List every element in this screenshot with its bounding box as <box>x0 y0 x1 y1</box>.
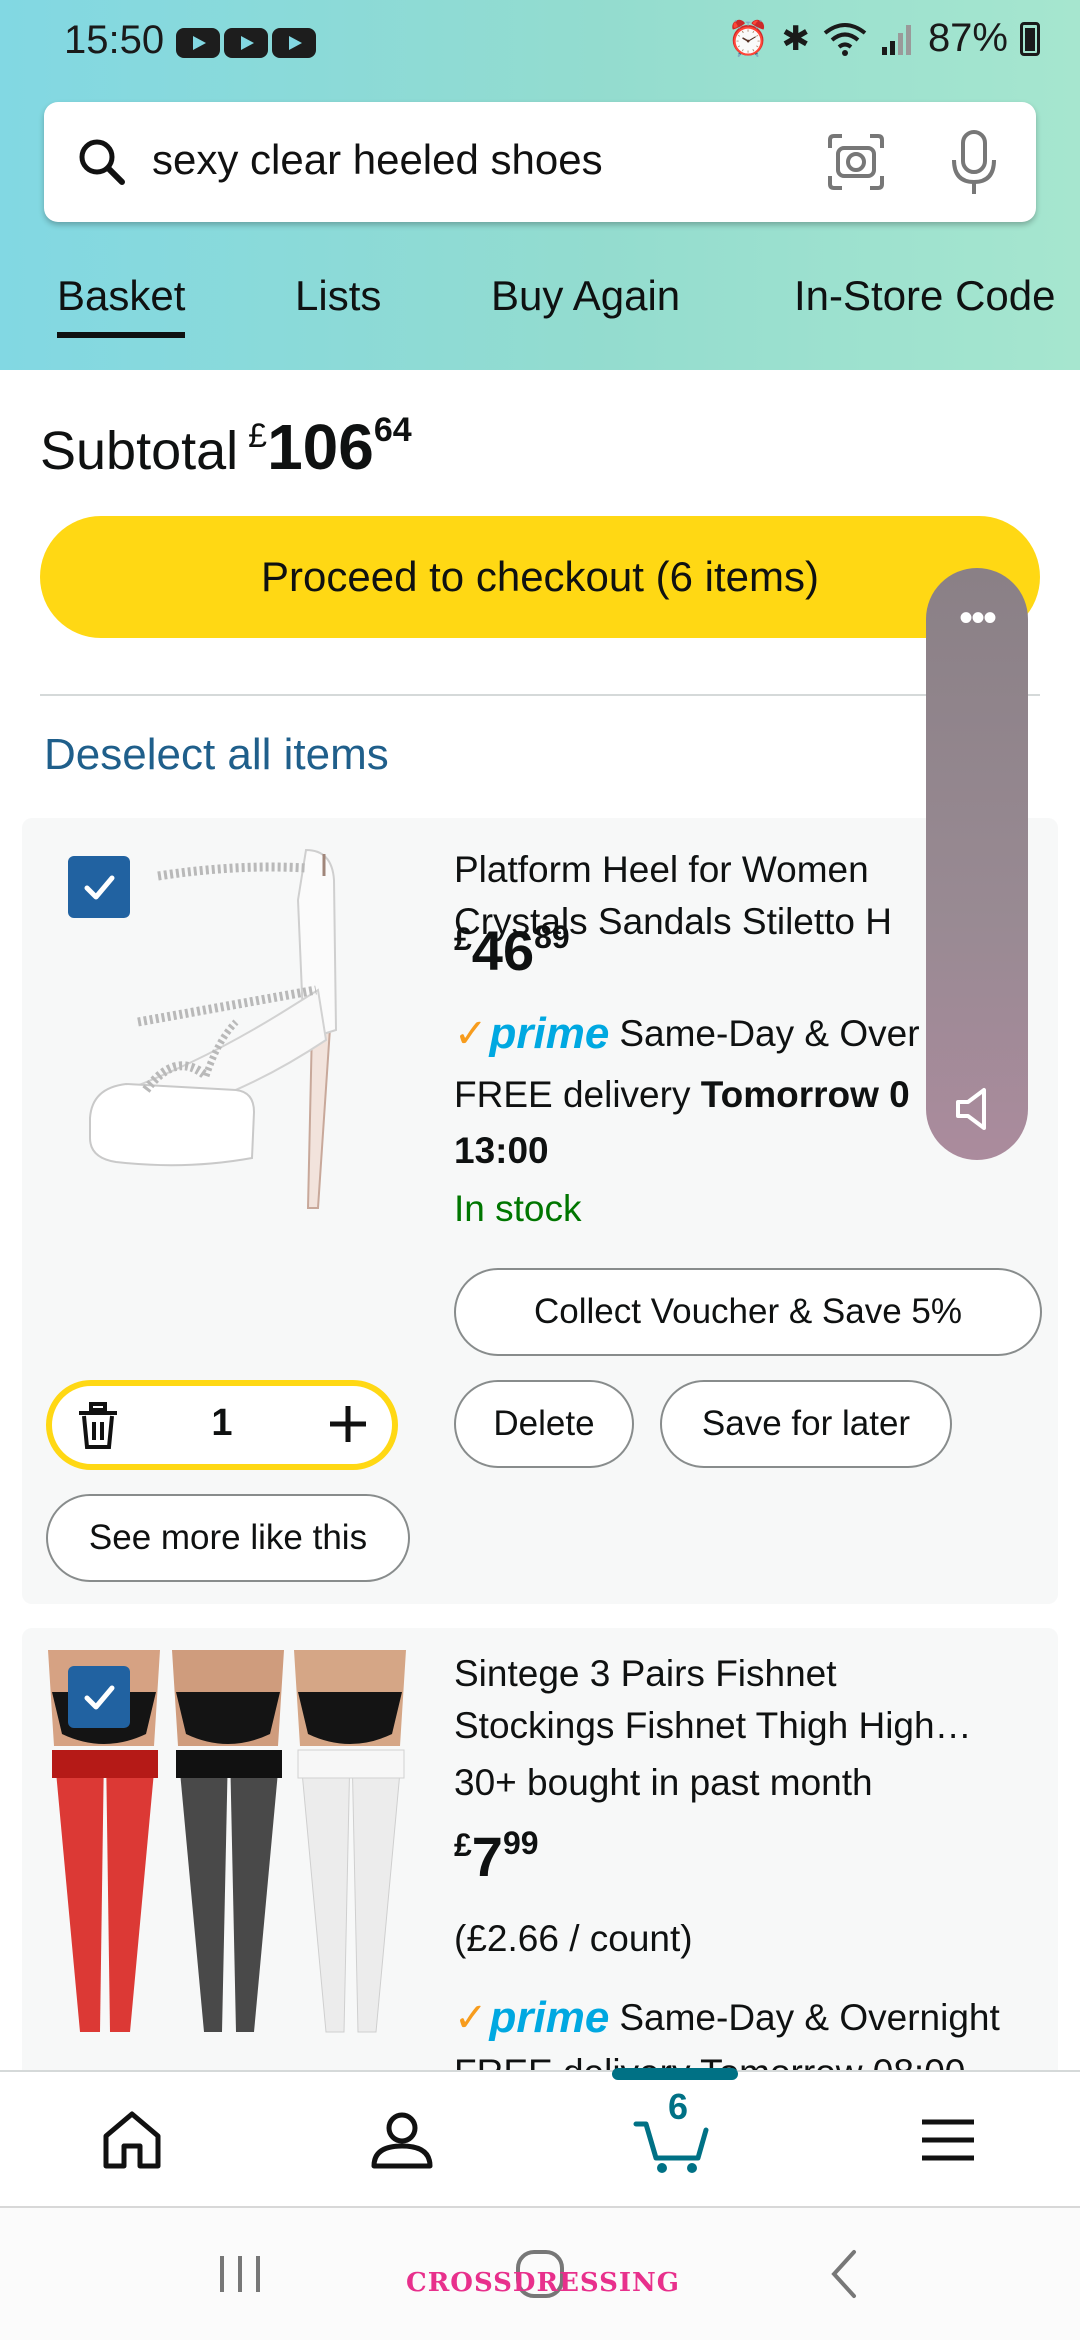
prime-delivery-row: ✓ prime Same-Day & Overnight <box>454 1988 1000 2048</box>
prime-delivery-row: ✓ prime Same-Day & Over <box>454 1004 920 1064</box>
menu-icon[interactable] <box>908 2100 988 2180</box>
delivery-time: 13:00 <box>454 1130 549 1171</box>
delivery-prefix: FREE delivery <box>454 1074 701 1115</box>
bottom-navigation: 6 <box>0 2068 1080 2206</box>
proceed-to-checkout-button[interactable]: Proceed to checkout (6 items) <box>40 516 1040 638</box>
more-options-icon[interactable]: ••• <box>926 596 1028 641</box>
delete-button[interactable]: Delete <box>454 1380 634 1468</box>
status-time: 15:50 <box>64 18 165 62</box>
prime-logo-text: prime <box>489 1009 610 1058</box>
alarm-icon: ⏰ <box>727 19 770 58</box>
delivery-service: Same-Day & Over <box>619 1013 920 1054</box>
battery-percentage: 87% <box>927 16 1008 60</box>
prime-logo-text: prime <box>489 1993 610 2042</box>
signal-icon <box>881 24 911 55</box>
search-bar[interactable]: sexy clear heeled shoes <box>44 102 1036 222</box>
active-tab-indicator <box>612 2068 738 2080</box>
stock-status: In stock <box>454 1188 582 1229</box>
back-icon[interactable] <box>816 2244 876 2304</box>
item-price: £4689 <box>454 918 570 983</box>
subtotal-label: Subtotal <box>40 421 239 481</box>
checkmark-icon <box>84 1685 115 1710</box>
home-icon[interactable] <box>92 2100 172 2180</box>
price-fraction: 99 <box>502 1825 539 1861</box>
quantity-stepper: 1 <box>46 1380 398 1470</box>
item-checkbox[interactable] <box>68 1666 130 1728</box>
divider <box>40 694 1040 696</box>
price-whole: 7 <box>471 1825 503 1888</box>
item-title[interactable]: Sintege 3 Pairs Fishnet Stockings Fishne… <box>454 1648 1014 1752</box>
search-input[interactable]: sexy clear heeled shoes <box>152 136 603 184</box>
tab-buy-again[interactable]: Buy Again <box>491 272 680 332</box>
basket-tabs: Basket Lists Buy Again In-Store Code <box>0 272 1080 352</box>
see-more-like-this-button[interactable]: See more like this <box>46 1494 410 1582</box>
delivery-date: Tomorrow 0 <box>700 1074 910 1115</box>
search-icon <box>79 139 125 185</box>
status-icons: ⏰ ✱ 87% <box>727 16 1040 61</box>
youtube-notification-icon <box>176 28 220 58</box>
subtotal-currency: £ <box>248 417 268 455</box>
camera-search-icon[interactable] <box>824 130 888 194</box>
floating-volume-panel[interactable]: ••• <box>926 568 1028 1160</box>
price-currency: £ <box>454 921 472 957</box>
basket-item-card: Platform Heel for Women Crystals Sandals… <box>22 818 1058 1604</box>
recent-apps-icon[interactable] <box>210 2244 270 2304</box>
delivery-time-end: 13:00 <box>454 1130 549 1172</box>
tab-in-store-code[interactable]: In-Store Code <box>794 272 1055 332</box>
prime-check-icon: ✓ <box>454 1012 488 1056</box>
price-fraction: 89 <box>534 919 570 955</box>
platform-heel-product-image[interactable] <box>86 840 416 1240</box>
cart-count-badge: 6 <box>668 2086 689 2127</box>
microphone-icon[interactable] <box>944 128 1004 198</box>
status-bar: 15:50 ⏰ ✱ 87% <box>0 0 1080 86</box>
deselect-all-link[interactable]: Deselect all items <box>44 730 389 780</box>
bluetooth-icon: ✱ <box>781 19 810 58</box>
unit-price: (£2.66 / count) <box>454 1918 693 1959</box>
subtotal-whole: 106 <box>267 411 374 483</box>
prime-logo: ✓ prime <box>454 1993 609 2043</box>
wifi-icon <box>823 22 867 56</box>
subtotal-fraction: 64 <box>373 411 412 449</box>
overlay-watermark-text: CROSSDRESSING <box>406 2268 681 2298</box>
item-price: £799 <box>454 1824 539 1889</box>
tab-lists[interactable]: Lists <box>295 272 381 332</box>
item-title-line[interactable]: Stockings Fishnet Thigh High… <box>454 1700 1014 1752</box>
prime-logo: ✓ prime <box>454 1009 609 1059</box>
item-title-line[interactable]: Sintege 3 Pairs Fishnet <box>454 1648 1014 1700</box>
delivery-service: Same-Day & Overnight <box>619 1997 1000 2038</box>
speaker-icon[interactable] <box>954 1086 1000 1132</box>
subtotal: Subtotal £10664 <box>40 410 412 484</box>
price-currency: £ <box>454 1827 472 1863</box>
bought-count: 30+ bought in past month <box>454 1762 873 1803</box>
price-whole: 46 <box>471 919 535 982</box>
app-header: 15:50 ⏰ ✱ 87% sexy clear heeled shoes Ba… <box>0 0 1080 370</box>
prime-check-icon: ✓ <box>454 1996 488 2040</box>
youtube-notification-icon <box>272 28 316 58</box>
tab-basket[interactable]: Basket <box>57 272 186 338</box>
plus-icon[interactable] <box>324 1400 372 1448</box>
battery-icon <box>1020 21 1040 56</box>
account-icon[interactable] <box>362 2100 442 2180</box>
youtube-notification-icon <box>224 28 268 58</box>
collect-voucher-button[interactable]: Collect Voucher & Save 5% <box>454 1268 1042 1356</box>
save-for-later-button[interactable]: Save for later <box>660 1380 952 1468</box>
